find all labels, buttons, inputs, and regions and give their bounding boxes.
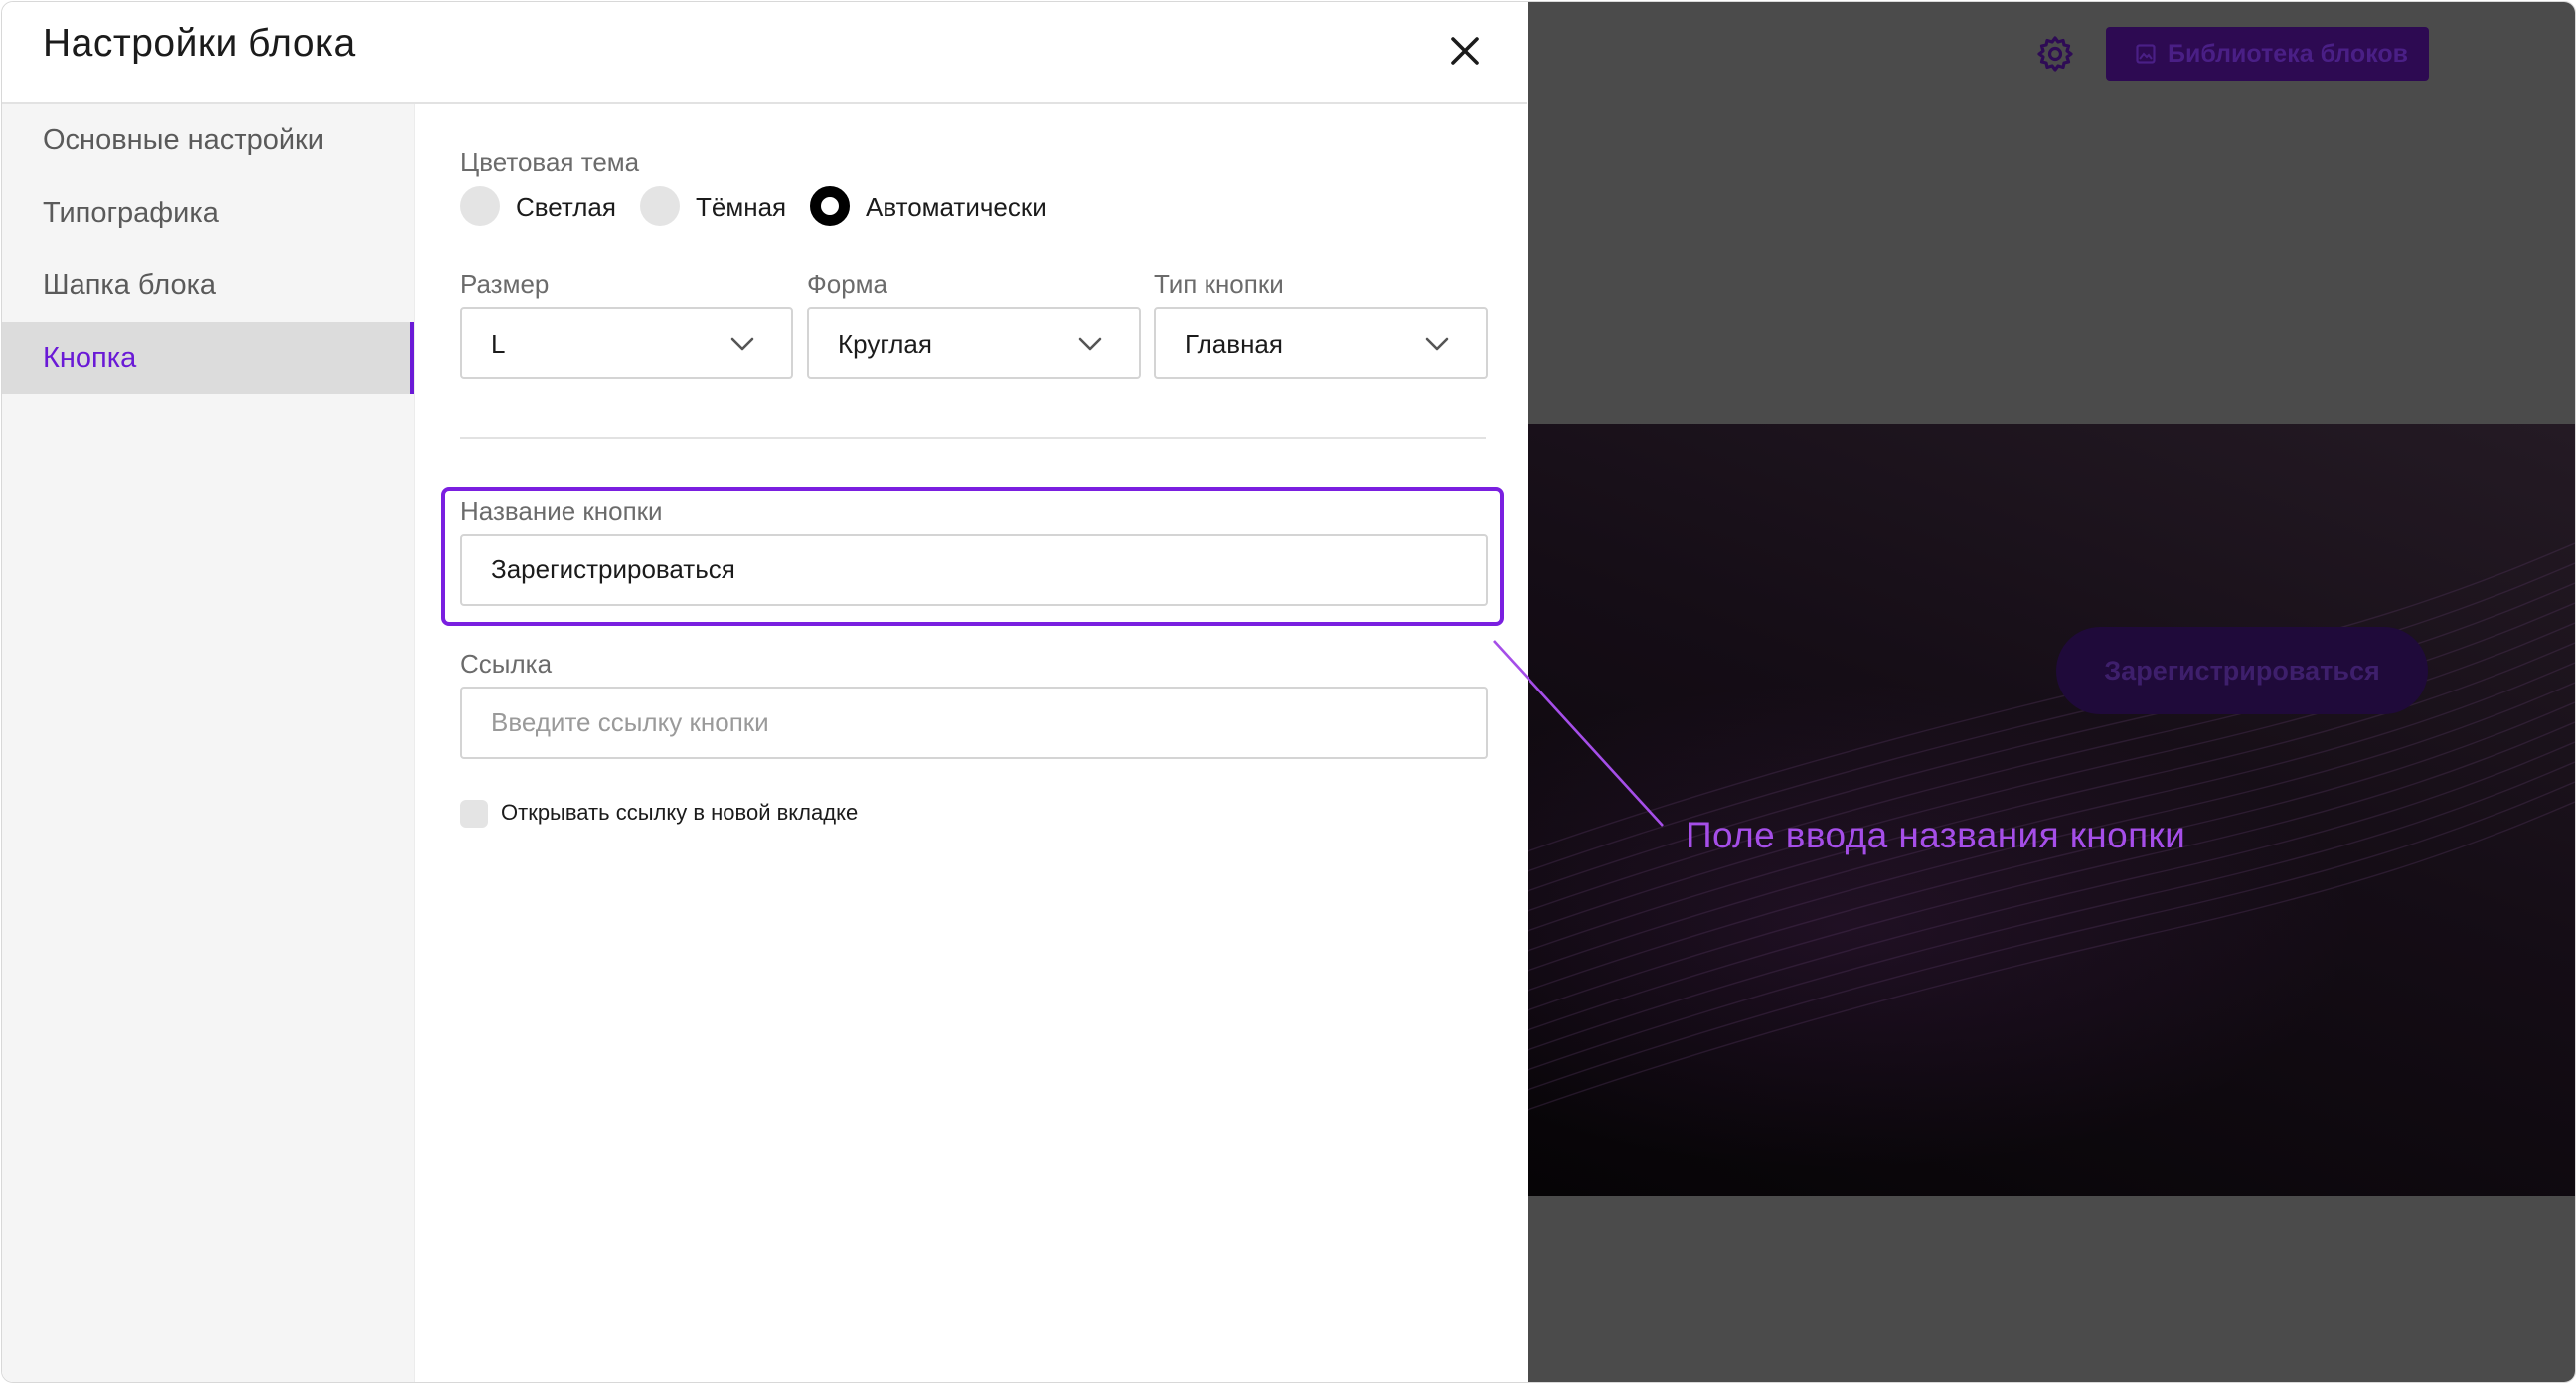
modal-header: Настройки блока [2, 2, 1527, 104]
section-divider [460, 437, 1486, 439]
sidebar-item-block-header[interactable]: Шапка блока [2, 249, 414, 322]
link-label: Ссылка [460, 649, 553, 679]
shape-select-value: Круглая [838, 329, 932, 359]
modal-title: Настройки блока [43, 22, 356, 65]
button-type-select-value: Главная [1185, 329, 1283, 359]
radio-light-label[interactable]: Светлая [516, 192, 616, 223]
sidebar-item-button[interactable]: Кнопка [2, 322, 414, 394]
radio-light[interactable] [460, 186, 500, 226]
size-select[interactable]: L [460, 307, 793, 379]
block-settings-modal: Настройки блока Основные настройки Типог… [2, 2, 1527, 1382]
callout-annotation: Поле ввода названия кнопки [1686, 815, 2186, 855]
link-input[interactable] [460, 687, 1488, 759]
shape-label: Форма [807, 269, 888, 299]
chevron-down-icon [1078, 337, 1102, 351]
sidebar-item-typography[interactable]: Типографика [2, 177, 414, 249]
radio-dark-label[interactable]: Тёмная [696, 192, 786, 223]
shape-select[interactable]: Круглая [807, 307, 1141, 379]
button-name-label: Название кнопки [460, 496, 663, 526]
chevron-down-icon [1425, 337, 1449, 351]
color-theme-label: Цветовая тема [460, 147, 640, 177]
radio-dark[interactable] [640, 186, 680, 226]
button-type-select[interactable]: Главная [1154, 307, 1488, 379]
open-new-tab-checkbox[interactable] [460, 800, 488, 828]
sidebar-item-basic-settings[interactable]: Основные настройки [2, 104, 414, 177]
radio-auto-label[interactable]: Автоматически [866, 192, 1046, 223]
app-frame: Настройки блока Основные настройки Типог… [1, 1, 2576, 1383]
chevron-down-icon [730, 337, 754, 351]
button-type-label: Тип кнопки [1154, 269, 1284, 299]
radio-auto[interactable] [810, 186, 850, 226]
hero-register-button[interactable]: Зарегистрироваться [2056, 627, 2428, 714]
block-library-button[interactable]: Библиотека блоков [2106, 27, 2429, 81]
open-new-tab-label[interactable]: Открывать ссылку в новой вкладке [501, 800, 858, 826]
button-name-input[interactable] [460, 534, 1488, 606]
gear-icon[interactable] [2036, 35, 2074, 73]
hero-background [1528, 542, 2575, 1111]
hero-block: Зарегистрироваться [1528, 424, 2575, 1196]
settings-content: Цветовая тема Светлая Тёмная Автоматичес… [415, 104, 1527, 1382]
size-select-value: L [491, 329, 506, 359]
block-library-label: Библиотека блоков [2168, 40, 2409, 68]
block-preview: Библиотека блоков Зарегистрироваться [1528, 2, 2575, 1382]
close-icon [1451, 37, 1479, 65]
library-icon [2136, 44, 2156, 64]
size-label: Размер [460, 269, 550, 299]
close-button[interactable] [1444, 30, 1486, 72]
settings-sidebar: Основные настройки Типографика Шапка бло… [2, 104, 415, 1382]
